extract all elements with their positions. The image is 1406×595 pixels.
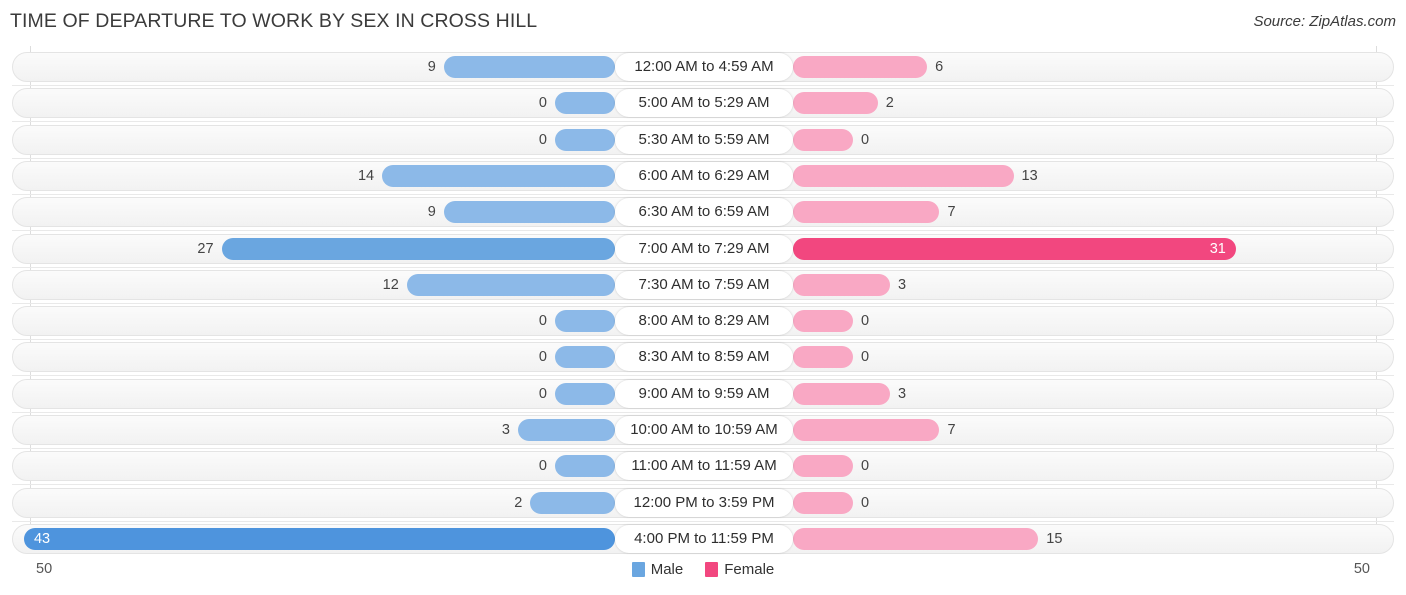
category-label: 7:30 AM to 7:59 AM [615, 270, 793, 299]
value-label-male: 0 [538, 385, 547, 402]
row-separator [12, 484, 1394, 486]
bar-male[interactable] [443, 201, 615, 224]
bar-female[interactable] [793, 237, 1236, 260]
category-label: 7:00 AM to 7:29 AM [615, 234, 793, 263]
bar-male[interactable] [406, 273, 615, 296]
value-label-male: 43 [33, 530, 51, 547]
value-label-female: 7 [947, 204, 956, 221]
source-attribution: Source: ZipAtlas.com [1253, 13, 1396, 30]
bar-male[interactable] [555, 310, 615, 333]
value-label-female: 3 [898, 276, 907, 293]
value-label-female: 7 [947, 422, 956, 438]
category-label: 12:00 PM to 3:59 PM [615, 488, 793, 517]
bar-female[interactable] [793, 491, 853, 514]
row-separator [12, 193, 1394, 195]
bar-male[interactable] [517, 419, 615, 441]
row-separator [12, 375, 1394, 377]
category-label: 6:00 AM to 6:29 AM [615, 161, 793, 190]
value-label-female: 0 [861, 131, 870, 148]
bar-female[interactable] [793, 527, 1039, 550]
chart-legend: Male Female [0, 561, 1406, 578]
bar-female[interactable] [793, 164, 1014, 187]
bar-male[interactable] [555, 128, 615, 151]
bar-male[interactable] [23, 527, 615, 550]
category-label: 8:30 AM to 8:59 AM [615, 343, 793, 372]
chart-footer: 50 50 Male Female [0, 554, 1406, 595]
row-separator [12, 302, 1394, 304]
category-label: 12:00 AM to 4:59 AM [615, 53, 793, 81]
value-label-male: 0 [538, 349, 547, 366]
row-separator [12, 448, 1394, 449]
row-separator [12, 85, 1394, 86]
category-label: 4:00 PM to 11:59 PM [615, 524, 793, 553]
value-label-female: 15 [1046, 530, 1063, 547]
row-separator [12, 266, 1394, 268]
value-label-female: 2 [885, 95, 894, 112]
value-label-male: 2 [514, 494, 523, 511]
category-label: 5:30 AM to 5:59 AM [615, 125, 793, 154]
value-label-female: 31 [1209, 240, 1226, 257]
bar-female[interactable] [793, 346, 853, 369]
value-label-male: 14 [357, 167, 375, 184]
value-label-male: 27 [197, 240, 214, 257]
value-label-male: 3 [501, 422, 510, 438]
legend-item-male[interactable]: Male [631, 561, 684, 578]
legend-item-female[interactable]: Female [705, 561, 774, 578]
bar-male[interactable] [555, 346, 615, 369]
category-label: 6:30 AM to 6:59 AM [615, 198, 793, 227]
value-label-male: 12 [382, 276, 399, 293]
row-separator [12, 411, 1394, 413]
value-label-male: 0 [538, 458, 547, 475]
legend-label-female: Female [724, 561, 775, 578]
bar-male[interactable] [555, 455, 615, 478]
value-label-female: 13 [1021, 167, 1038, 184]
legend-label-male: Male [650, 561, 684, 578]
value-label-female: 6 [935, 59, 944, 75]
legend-swatch-male [631, 562, 645, 577]
chart-plot-area: 9 6 12:00 AM to 4:59 AM 0 2 5:00 AM to 5:29 A… [0, 46, 1406, 554]
value-label-female: 0 [861, 313, 870, 330]
bar-female[interactable] [793, 310, 853, 333]
value-label-female: 0 [861, 494, 870, 511]
bar-female[interactable] [793, 92, 878, 115]
row-separator [12, 230, 1394, 232]
value-label-female: 0 [861, 458, 870, 475]
bar-female[interactable] [793, 455, 853, 478]
row-separator [12, 339, 1394, 341]
value-label-male: 0 [538, 131, 547, 148]
page-title: TIME OF DEPARTURE TO WORK BY SEX IN CROS… [10, 10, 538, 32]
bar-male[interactable] [382, 164, 615, 187]
value-label-female: 3 [898, 385, 907, 402]
category-label: 10:00 AM to 10:59 AM [615, 416, 793, 444]
value-label-male: 0 [538, 95, 547, 112]
category-label: 5:00 AM to 5:29 AM [615, 89, 793, 118]
bar-male[interactable] [555, 92, 615, 115]
category-label: 8:00 AM to 8:29 AM [615, 307, 793, 336]
bar-female[interactable] [793, 56, 928, 78]
legend-swatch-female [705, 562, 719, 577]
bar-male[interactable] [221, 237, 615, 260]
bar-female[interactable] [793, 128, 853, 151]
row-separator [12, 157, 1394, 159]
bar-female[interactable] [793, 201, 940, 224]
bar-male[interactable] [530, 491, 615, 514]
bar-female[interactable] [793, 273, 891, 296]
row-separator [12, 520, 1394, 522]
bar-female[interactable] [793, 419, 940, 441]
category-label: 11:00 AM to 11:59 AM [615, 452, 793, 481]
value-label-male: 9 [427, 204, 436, 221]
category-label: 9:00 AM to 9:59 AM [615, 379, 793, 408]
value-label-male: 0 [538, 313, 547, 330]
row-separator [12, 121, 1394, 123]
bar-male[interactable] [555, 382, 615, 405]
chart-header: TIME OF DEPARTURE TO WORK BY SEX IN CROS… [0, 0, 1406, 46]
value-label-female: 0 [861, 349, 870, 366]
bar-male[interactable] [443, 56, 615, 78]
bar-female[interactable] [793, 382, 891, 405]
value-label-male: 9 [427, 59, 436, 75]
